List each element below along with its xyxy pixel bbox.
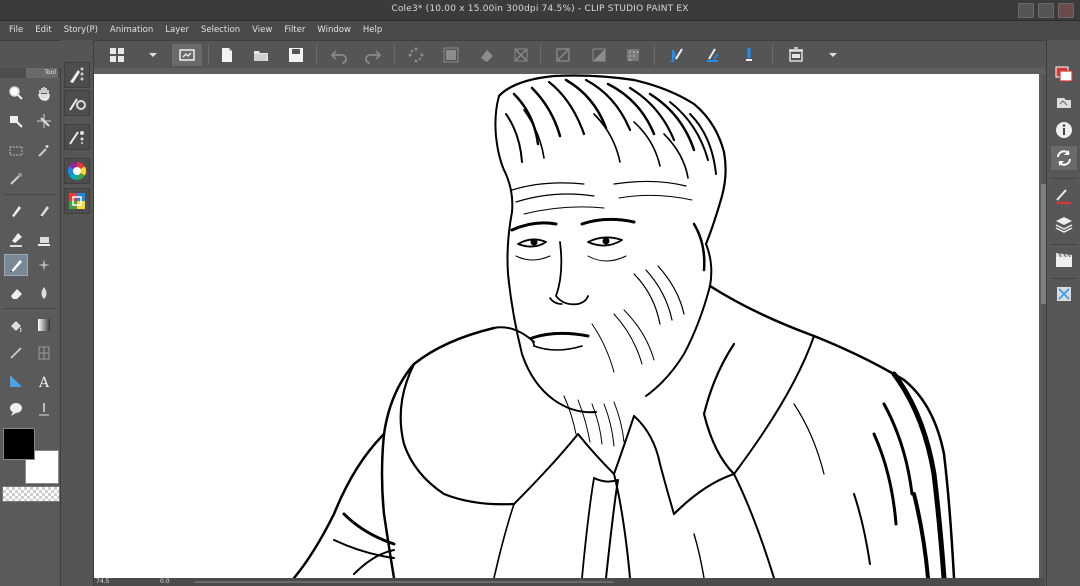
crop-icon[interactable] — [510, 44, 532, 66]
brush-icon[interactable] — [4, 228, 28, 250]
correct-line-icon[interactable] — [32, 398, 56, 420]
maximize-button[interactable] — [1038, 3, 1054, 18]
main-color-swatch[interactable] — [3, 428, 35, 460]
title-bar: Cole3* (10.00 x 15.00in 300dpi 74.5%) - … — [0, 0, 1080, 21]
ruler-pen-2-icon[interactable] — [702, 44, 724, 66]
menu-window[interactable]: Window — [311, 21, 357, 40]
canvas-area — [94, 68, 1045, 578]
pen-icon[interactable] — [4, 254, 28, 276]
fill-icon[interactable] — [588, 44, 610, 66]
line-art-drawing — [292, 74, 956, 578]
gradient-icon[interactable] — [32, 314, 56, 336]
selection-dots-icon[interactable] — [405, 44, 427, 66]
save-icon[interactable] — [285, 44, 307, 66]
tool-panel: Tool A — [0, 68, 61, 586]
ruler-pen-1-icon[interactable] — [666, 44, 688, 66]
airbrush-icon[interactable] — [32, 228, 56, 250]
material-icon[interactable] — [1051, 282, 1077, 306]
zoom-slider[interactable] — [194, 581, 614, 583]
ruler-icon[interactable] — [4, 370, 28, 392]
transparent-color-swatch[interactable] — [2, 486, 60, 502]
eyedropper-icon[interactable] — [4, 168, 28, 190]
frame-border-icon[interactable] — [32, 342, 56, 364]
tool-property-icon[interactable] — [64, 90, 90, 116]
chevron-down-icon[interactable] — [142, 44, 164, 66]
trash-icon[interactable] — [785, 44, 807, 66]
color-set-icon[interactable] — [64, 188, 90, 214]
command-bar — [0, 40, 1080, 70]
decoration-icon[interactable] — [32, 254, 56, 276]
zoom-icon[interactable] — [4, 82, 28, 104]
redo-icon[interactable] — [362, 44, 384, 66]
chevron-down-icon[interactable] — [822, 44, 844, 66]
menu-bar: File Edit Story(P) Animation Layer Selec… — [0, 21, 1080, 40]
text-icon[interactable]: A — [32, 370, 56, 392]
operation-icon[interactable] — [4, 110, 28, 132]
transform-icon[interactable] — [440, 44, 462, 66]
sub-tool-icon[interactable] — [64, 62, 90, 88]
menu-animation[interactable]: Animation — [104, 21, 159, 40]
window-title: Cole3* (10.00 x 15.00in 300dpi 74.5%) - … — [391, 4, 689, 14]
grid-icon[interactable] — [106, 44, 128, 66]
clear-icon[interactable] — [552, 44, 574, 66]
menu-help[interactable]: Help — [357, 21, 388, 40]
menu-selection[interactable]: Selection — [195, 21, 246, 40]
pencil-icon[interactable] — [32, 200, 56, 222]
hand-icon[interactable] — [32, 82, 56, 104]
undo-icon[interactable] — [328, 44, 350, 66]
fill-bucket-icon[interactable] — [4, 314, 28, 336]
right-panel — [1046, 40, 1080, 586]
menu-layer[interactable]: Layer — [159, 21, 195, 40]
svg-text:A: A — [38, 375, 50, 389]
new-file-icon[interactable] — [216, 44, 238, 66]
menu-story[interactable]: Story(P) — [58, 21, 104, 40]
subview-icon[interactable] — [1051, 90, 1077, 114]
rotation-value[interactable]: 0.0 — [160, 578, 170, 586]
menu-filter[interactable]: Filter — [278, 21, 311, 40]
selection-rect-icon[interactable] — [4, 140, 28, 162]
layers-icon[interactable] — [1051, 212, 1077, 236]
eraser-icon[interactable] — [4, 282, 28, 304]
sub-tool-column — [61, 40, 94, 586]
pen-nib-icon[interactable] — [4, 200, 28, 222]
close-button[interactable] — [1058, 3, 1074, 18]
balloon-icon[interactable] — [4, 398, 28, 420]
sync-icon[interactable] — [1051, 146, 1077, 170]
menu-view[interactable]: View — [246, 21, 278, 40]
magic-wand-icon[interactable] — [32, 140, 56, 162]
timeline-icon[interactable] — [1051, 248, 1077, 272]
status-bar: 74.5 0.0 — [94, 578, 1045, 586]
clip-studio-icon[interactable] — [172, 44, 202, 66]
minimize-button[interactable] — [1018, 3, 1034, 18]
brush-size-icon[interactable] — [64, 124, 90, 150]
drawing-canvas[interactable] — [94, 74, 1039, 578]
ruler-pen-3-icon[interactable] — [738, 44, 760, 66]
move-layer-icon[interactable] — [32, 110, 56, 132]
fill-selection-icon[interactable] — [476, 44, 498, 66]
line-icon[interactable] — [4, 342, 28, 364]
color-wheel-icon[interactable] — [64, 158, 90, 184]
zoom-value[interactable]: 74.5 — [96, 578, 109, 586]
menu-file[interactable]: File — [3, 21, 29, 40]
open-folder-icon[interactable] — [250, 44, 272, 66]
tool-tab[interactable]: Tool — [26, 68, 58, 78]
info-icon[interactable] — [1051, 118, 1077, 142]
layer-property-icon[interactable] — [1051, 184, 1077, 208]
screentone-icon[interactable] — [622, 44, 644, 66]
navigator-icon[interactable] — [1051, 62, 1077, 86]
blend-icon[interactable] — [32, 282, 56, 304]
menu-edit[interactable]: Edit — [29, 21, 57, 40]
